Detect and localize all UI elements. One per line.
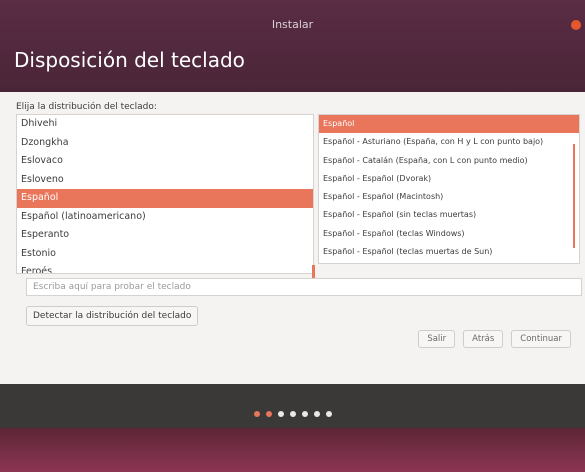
- variant-list-scrollbar[interactable]: [573, 144, 575, 248]
- progress-dot: [277, 411, 284, 417]
- back-button[interactable]: Atrás: [463, 330, 504, 348]
- variant-list-item[interactable]: Español - Español (teclas Windows): [319, 225, 579, 243]
- variant-list-item-label: Español - Catalán (España, con L con pun…: [323, 155, 528, 165]
- layout-list-item[interactable]: Español (latinoamericano): [17, 208, 313, 227]
- layout-list-item[interactable]: Dzongkha: [17, 134, 313, 153]
- progress-dot: [325, 411, 332, 417]
- layout-list-item-label: Estonio: [21, 247, 56, 259]
- layout-list[interactable]: Dhivehi Dzongkha Eslovaco Esloveno Español Es…: [16, 114, 314, 274]
- layout-list-item[interactable]: Estonio: [17, 245, 313, 264]
- variant-list-item-label: Español - Español (teclas Windows): [323, 228, 465, 238]
- layout-prompt-label: Elija la distribución del teclado:: [16, 102, 157, 112]
- layout-list-item-label: Dzongkha: [21, 136, 69, 148]
- layout-list-item-label: Español (latinoamericano): [21, 210, 146, 222]
- layout-list-item[interactable]: Esloveno: [17, 171, 313, 190]
- variant-list-item-label: Español: [323, 119, 355, 128]
- content-area: Elija la distribución del teclado: Dhive…: [0, 92, 585, 428]
- progress-dot: [265, 411, 272, 417]
- variant-list-item[interactable]: Español - Asturiano (España, con H y L c…: [319, 133, 579, 151]
- layout-list-item[interactable]: Esperanto: [17, 226, 313, 245]
- variant-list-item-label: Español - Español (Macintosh): [323, 192, 444, 202]
- variant-list-item[interactable]: Español - Español (teclas muertas de Sun…: [319, 243, 579, 261]
- variant-list[interactable]: Español Español - Asturiano (España, con …: [318, 114, 580, 264]
- layout-list-item-label: Eslovaco: [21, 155, 63, 166]
- layout-list-item-label: Dhivehi: [21, 118, 58, 129]
- layout-list-item-label: Esloveno: [21, 173, 64, 185]
- layout-list-item-label: Feroés: [21, 266, 53, 274]
- continue-button[interactable]: Continuar: [511, 330, 571, 348]
- variant-list-item[interactable]: Español - Español (sin teclas muertas): [319, 206, 579, 224]
- desktop-wallpaper-strip: [0, 428, 585, 472]
- layout-list-item[interactable]: Feroés: [17, 263, 313, 274]
- variant-list-item-label: Español - Español (teclas muertas de Sun…: [323, 247, 493, 257]
- detect-layout-button[interactable]: Detectar la distribución del teclado: [26, 306, 199, 326]
- close-button[interactable]: [571, 20, 581, 30]
- titlebar: Instalar Disposición del teclado: [0, 0, 585, 92]
- progress-dot: [301, 411, 308, 417]
- window-title: Instalar: [271, 18, 314, 31]
- layout-list-scroll-indicator[interactable]: [312, 265, 315, 279]
- layout-list-item[interactable]: Dhivehi: [17, 115, 313, 134]
- variant-list-item[interactable]: Español - Español (Dvorak): [319, 170, 579, 188]
- quit-button[interactable]: Salir: [418, 330, 456, 348]
- variant-list-item[interactable]: Español - Catalán (España, con L con pun…: [319, 152, 579, 170]
- progress-dot: [289, 411, 296, 417]
- navigation-buttons: Salir Atrás Continuar: [418, 330, 571, 348]
- progress-dot: [313, 411, 320, 417]
- page-title: Disposición del teclado: [14, 48, 245, 72]
- layout-list-item[interactable]: Español: [17, 189, 313, 208]
- progress-dots: [0, 402, 585, 421]
- progress-dot: [253, 411, 260, 417]
- layout-list-item-label: Esperanto: [21, 229, 70, 240]
- variant-list-item-label: Español - Español (Dvorak): [323, 173, 432, 183]
- variant-list-item[interactable]: Español - Español (Macintosh): [319, 188, 579, 206]
- keyboard-test-input[interactable]: [26, 278, 582, 296]
- variant-list-item-label: Español - Español (sin teclas muertas): [323, 210, 477, 220]
- layout-list-item[interactable]: Eslovaco: [17, 152, 313, 171]
- variant-list-item-label: Español - Asturiano (España, con H y L c…: [323, 137, 544, 147]
- installer-window: Instalar Disposición del teclado Elija l…: [0, 0, 585, 428]
- variant-list-item[interactable]: Español: [319, 115, 579, 134]
- layout-list-item-label: Español: [21, 192, 59, 203]
